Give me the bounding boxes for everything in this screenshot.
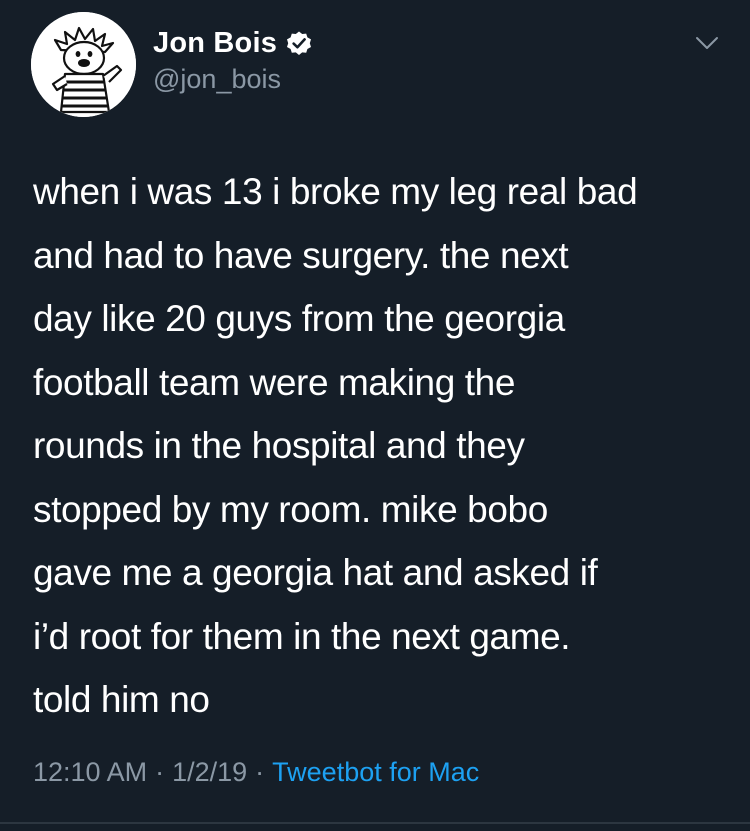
tweet-date[interactable]: 1/2/19 <box>172 757 247 787</box>
tweet-source-link[interactable]: Tweetbot for Mac <box>272 757 479 787</box>
user-handle[interactable]: @jon_bois <box>153 64 281 95</box>
name-row: Jon Bois <box>153 27 313 60</box>
divider <box>0 822 750 824</box>
display-name[interactable]: Jon Bois <box>153 27 277 60</box>
meta-separator: · <box>255 757 265 787</box>
tweet-time[interactable]: 12:10 AM <box>33 757 147 787</box>
verified-badge-icon <box>287 31 312 55</box>
meta-separator: · <box>155 757 165 787</box>
tweet-text: when i was 13 i broke my leg real bad an… <box>33 171 638 720</box>
avatar[interactable] <box>31 12 136 117</box>
tweet-metadata: 12:10 AM · 1/2/19 · Tweetbot for Mac <box>33 757 479 788</box>
tweet-header: Jon Bois @jon_bois <box>0 0 750 130</box>
cartoon-avatar-icon <box>31 12 136 117</box>
chevron-down-icon[interactable] <box>694 34 720 52</box>
